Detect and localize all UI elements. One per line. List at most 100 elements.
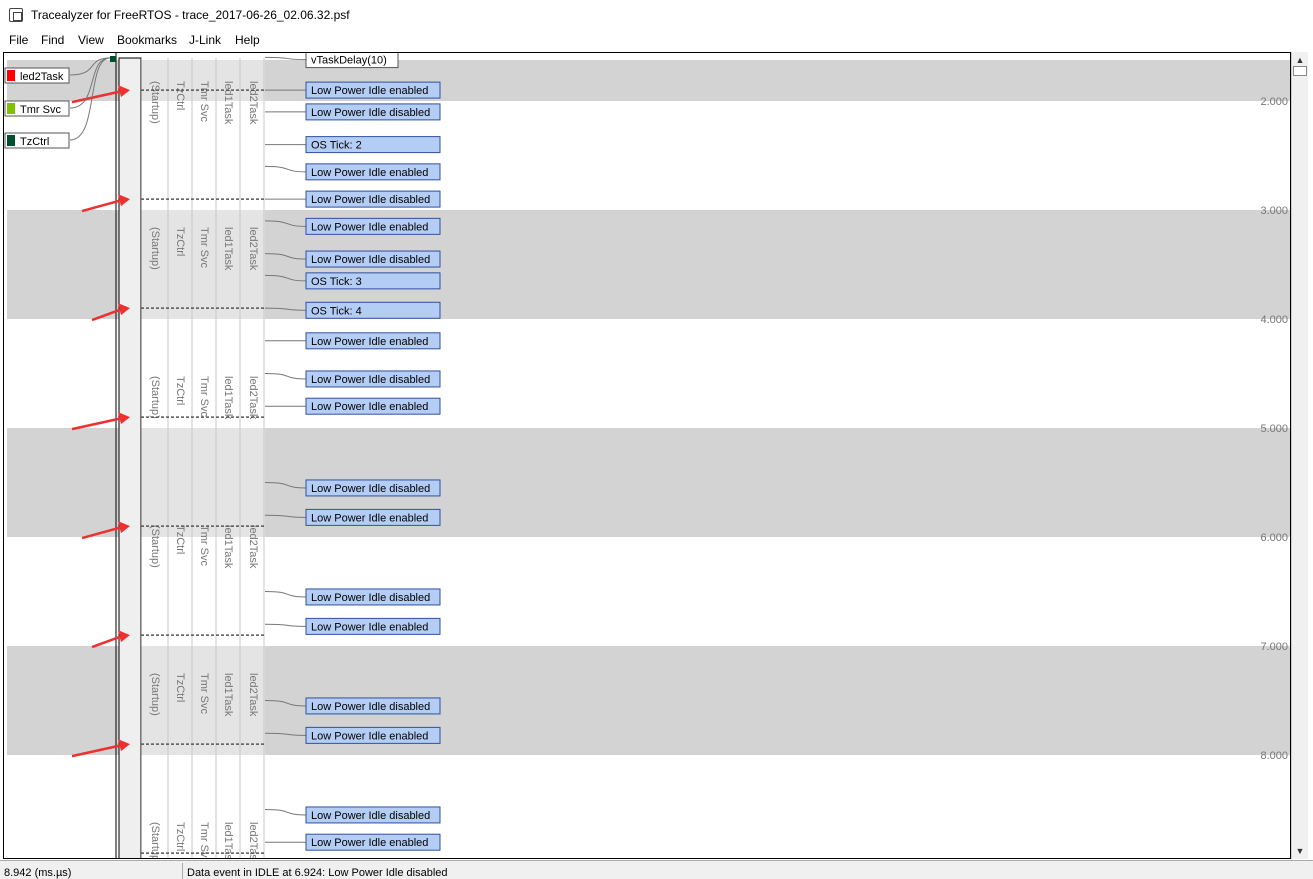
event-label: Low Power Idle enabled xyxy=(311,85,428,97)
column-label: TzCtrl xyxy=(174,227,186,256)
column-label: led2Task xyxy=(247,81,259,125)
event-label: Low Power Idle disabled xyxy=(311,810,430,822)
event-connector xyxy=(264,514,307,518)
column-label: TzCtrl xyxy=(174,673,186,702)
event-label: Low Power Idle disabled xyxy=(311,374,430,386)
window-title: Tracealyzer for FreeRTOS - trace_2017-06… xyxy=(31,8,350,22)
annotation-arrow xyxy=(91,307,123,322)
title-bar: Tracealyzer for FreeRTOS - trace_2017-06… xyxy=(0,0,1313,30)
menu-file[interactable]: File xyxy=(9,33,28,47)
menu-find[interactable]: Find xyxy=(41,33,64,47)
column-label: led2Task xyxy=(247,227,259,271)
event-label: OS Tick: 3 xyxy=(311,276,362,288)
event-label: Low Power Idle disabled xyxy=(311,194,430,206)
column-label: led2Task xyxy=(247,376,259,420)
startup-column xyxy=(118,57,142,858)
event-connector xyxy=(264,700,307,707)
legend-color-swatch xyxy=(7,103,15,114)
column-label: TzCtrl xyxy=(174,81,186,110)
legend-color-swatch xyxy=(7,70,15,81)
event-label: Low Power Idle enabled xyxy=(311,512,428,524)
event-connector xyxy=(264,307,307,311)
cursor-time-readout: 8.942 (ms.µs) xyxy=(4,867,72,879)
event-label: Low Power Idle disabled xyxy=(311,254,430,266)
event-connector xyxy=(264,591,307,598)
event-label: OS Tick: 4 xyxy=(311,305,362,317)
time-tick-label: 6.000 xyxy=(1260,532,1288,544)
event-connector xyxy=(264,732,307,736)
event-label: Low Power Idle enabled xyxy=(311,401,428,413)
time-tick-label: 2.000 xyxy=(1260,96,1288,108)
event-connector xyxy=(264,623,307,627)
menu-bookmarks[interactable]: Bookmarks xyxy=(117,33,177,47)
event-label: vTaskDelay(10) xyxy=(311,55,387,67)
column-label: (Startup) xyxy=(149,673,161,716)
event-info-readout: Data event in IDLE at 6.924: Low Power I… xyxy=(187,867,448,879)
time-tick-label: 7.000 xyxy=(1260,641,1288,653)
tracealyzer-app-icon xyxy=(9,8,23,22)
column-label: (Startup) xyxy=(149,376,161,419)
task-columns xyxy=(141,58,265,858)
column-label: led2Task xyxy=(247,525,259,569)
column-label: Tmr Svc xyxy=(198,81,210,122)
event-connector xyxy=(264,482,307,489)
column-label: Tmr Svc xyxy=(198,227,210,268)
event-label: Low Power Idle enabled xyxy=(311,167,428,179)
event-label: Low Power Idle disabled xyxy=(311,592,430,604)
event-connector xyxy=(264,373,307,380)
event-label: Low Power Idle enabled xyxy=(311,621,428,633)
trace-plot[interactable]: (Startup) TzCtrl Tmr Svc led1Task led2Task (S… xyxy=(4,53,1291,859)
column-label: led1Task xyxy=(222,81,234,125)
event-label: OS Tick: 2 xyxy=(311,140,362,152)
legend-label: Tmr Svc xyxy=(20,104,61,116)
column-label: TzCtrl xyxy=(174,376,186,405)
column-label: Tmr Svc xyxy=(198,525,210,566)
column-label: (Startup) xyxy=(149,822,161,859)
scroll-thumb[interactable] xyxy=(1293,66,1307,76)
menu-bar: File Find View Bookmarks J-Link Help xyxy=(0,30,1313,51)
menu-help[interactable]: Help xyxy=(235,33,260,47)
time-tick-label: 3.000 xyxy=(1260,205,1288,217)
annotation-arrow xyxy=(71,416,123,431)
annotation-arrow xyxy=(91,634,123,649)
event-label: Low Power Idle enabled xyxy=(311,221,428,233)
event-connector xyxy=(264,809,307,816)
tzctrl-marker xyxy=(110,56,116,62)
event-label: Low Power Idle enabled xyxy=(311,336,428,348)
column-label: led1Task xyxy=(222,525,234,569)
column-label: (Startup) xyxy=(149,525,161,568)
scroll-down-icon[interactable]: ▼ xyxy=(1294,845,1306,857)
legend-label: led2Task xyxy=(20,71,64,83)
column-label: led1Task xyxy=(222,673,234,717)
trace-view[interactable]: (Startup) TzCtrl Tmr Svc led1Task led2Task (S… xyxy=(3,52,1291,859)
annotation-arrow xyxy=(71,743,123,758)
status-divider xyxy=(182,863,183,879)
column-label: TzCtrl xyxy=(174,822,186,851)
time-tick-label: 5.000 xyxy=(1260,423,1288,435)
menu-jlink[interactable]: J-Link xyxy=(189,33,221,47)
event-connector xyxy=(264,253,307,260)
column-label: led1Task xyxy=(222,227,234,271)
event-connector xyxy=(264,220,307,227)
event-label: Low Power Idle disabled xyxy=(311,107,430,119)
column-label: Tmr Svc xyxy=(198,673,210,714)
column-label: led1Task xyxy=(222,376,234,420)
legend-label: TzCtrl xyxy=(20,136,49,148)
status-bar: 8.942 (ms.µs) Data event in IDLE at 6.92… xyxy=(0,860,1313,879)
time-tick-label: 8.000 xyxy=(1260,750,1288,762)
scroll-up-icon[interactable]: ▲ xyxy=(1294,54,1306,66)
event-connector xyxy=(264,56,307,61)
time-tick-label: 4.000 xyxy=(1260,314,1288,326)
event-label: Low Power Idle disabled xyxy=(311,483,430,495)
column-label: Tmr Svc xyxy=(198,376,210,417)
column-label: TzCtrl xyxy=(174,525,186,554)
annotation-arrow xyxy=(71,89,123,104)
column-label: (Startup) xyxy=(149,227,161,270)
menu-view[interactable]: View xyxy=(78,33,104,47)
event-connector xyxy=(264,165,307,173)
vertical-scrollbar[interactable]: ▲ ▼ xyxy=(1291,52,1308,859)
column-label: (Startup) xyxy=(149,81,161,124)
event-label: Low Power Idle enabled xyxy=(311,837,428,849)
legend-color-swatch xyxy=(7,135,15,146)
column-label: led2Task xyxy=(247,673,259,717)
